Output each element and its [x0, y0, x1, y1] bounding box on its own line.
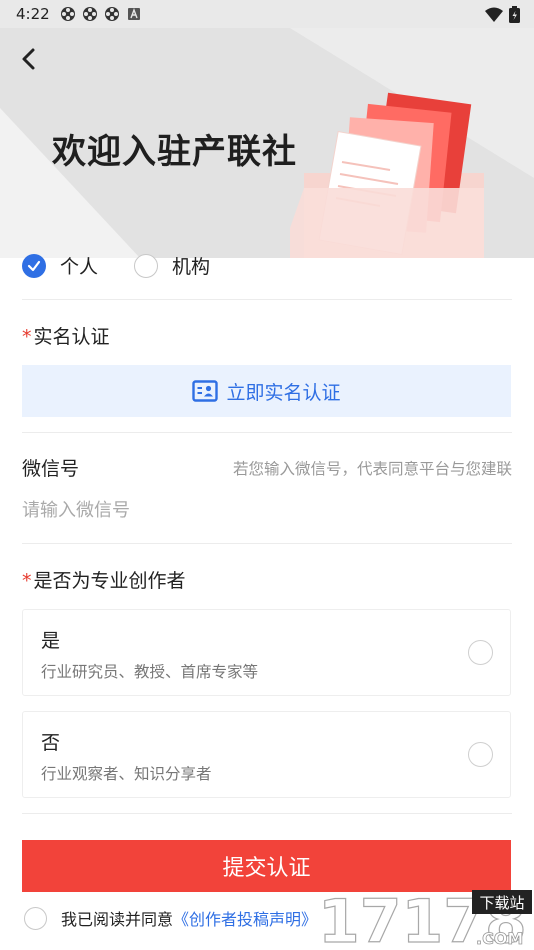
agreement-row: 我已阅读并同意 《创作者投稿声明》: [24, 906, 317, 930]
back-arrow-icon: [22, 48, 35, 70]
divider: [22, 813, 512, 814]
creator-section-label: * 是否为专业创作者: [22, 566, 186, 593]
notification-icons: [60, 6, 142, 22]
wechat-label: 微信号: [22, 458, 80, 480]
divider: [22, 299, 512, 300]
watermark-suffix-text: .COM: [476, 929, 523, 948]
spinner-icon: [83, 7, 97, 21]
welcome-title: 欢迎入驻产联社: [52, 132, 297, 172]
spinner-icon: [61, 7, 75, 21]
status-bar: 4:22: [0, 0, 534, 28]
agreement-checkbox[interactable]: [24, 906, 47, 930]
divider: [22, 543, 512, 544]
status-right-icons: [485, 6, 520, 23]
battery-icon: [509, 6, 520, 23]
option-no-description: 行业观察者、知识分享者: [41, 765, 212, 783]
account-type-selector: 个人 机构: [22, 250, 512, 282]
creator-statement-link[interactable]: 《创作者投稿声明》: [173, 906, 317, 930]
verify-real-name-button[interactable]: 立即实名认证: [22, 365, 511, 417]
real-name-label: 实名认证: [33, 326, 110, 348]
option-personal[interactable]: 个人: [22, 252, 98, 279]
folder-documents-illustration: [290, 92, 484, 258]
radio-unchecked-icon[interactable]: [468, 742, 493, 767]
verify-button-label: 立即实名认证: [226, 381, 341, 404]
option-organization-label: 机构: [172, 256, 211, 278]
creator-option-yes[interactable]: 是 行业研究员、教授、首席专家等: [22, 609, 511, 696]
creator-option-no[interactable]: 否 行业观察者、知识分享者: [22, 711, 511, 798]
required-mark: *: [22, 326, 32, 348]
radio-unchecked-icon[interactable]: [468, 640, 493, 665]
wechat-input[interactable]: [22, 490, 511, 530]
option-personal-label: 个人: [60, 256, 99, 278]
app-a-icon: [128, 8, 140, 20]
option-yes-description: 行业研究员、教授、首席专家等: [41, 663, 259, 681]
checkmark-icon: [27, 260, 41, 271]
creator-label: 是否为专业创作者: [33, 570, 186, 592]
real-name-section-label: * 实名认证: [22, 322, 110, 349]
option-no-title: 否: [41, 732, 61, 754]
status-time: 4:22: [16, 5, 50, 23]
wifi-icon: [485, 7, 503, 22]
spinner-icon: [105, 7, 119, 21]
watermark-badge-text: 下载站: [479, 894, 524, 912]
watermark-logo: 17178 下载站 .COM: [318, 886, 532, 950]
required-mark: *: [22, 570, 32, 592]
agreement-text: 我已阅读并同意: [61, 910, 174, 929]
id-card-icon: [192, 380, 219, 402]
option-yes-title: 是: [41, 630, 61, 652]
header-banner: 欢迎入驻产联社: [0, 28, 534, 258]
radio-unchecked-icon: [134, 253, 158, 278]
wechat-hint: 若您输入微信号，代表同意平台与您建联: [232, 460, 512, 478]
back-button[interactable]: [12, 42, 46, 76]
site-watermark: 17178 下载站 .COM: [318, 884, 534, 950]
divider: [22, 432, 512, 433]
option-organization[interactable]: 机构: [134, 252, 210, 279]
checked-icon: [22, 253, 46, 278]
